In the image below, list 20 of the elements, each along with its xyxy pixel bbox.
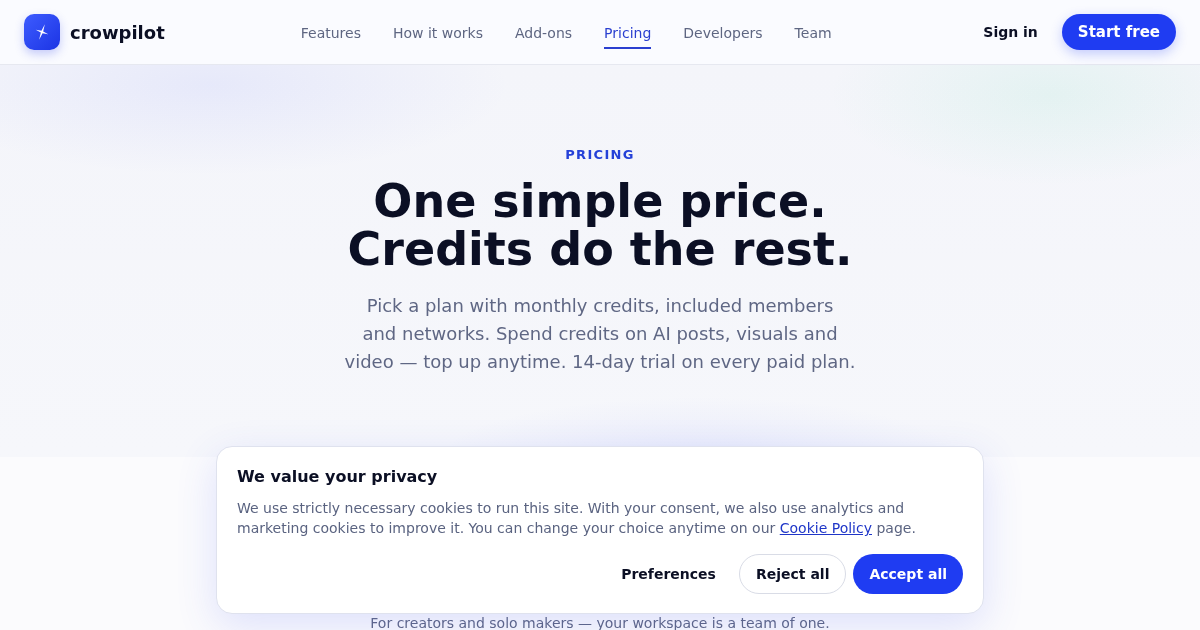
sparkle-logo-icon[interactable] [24,14,60,50]
cookie-policy-link[interactable]: Cookie Policy [779,520,872,536]
nav-link[interactable]: Team [794,15,832,49]
cookie-message: We use strictly necessary cookies to run this site. With your consent, we also use analytics and marketing cookies to improve it. You can change your choice anytime on our Cookie Policy page. [237,499,917,538]
brand-name[interactable]: crowpilot [70,18,165,46]
nav-link[interactable]: How it works [392,15,483,49]
start-free-button[interactable]: Start free [1061,14,1176,50]
reject-all-button[interactable]: Reject all [738,554,847,594]
sign-in-link[interactable]: Sign in [983,21,1038,43]
nav-link[interactable]: Pricing [604,15,652,49]
accept-all-button[interactable]: Accept all [853,554,963,594]
preferences-button[interactable]: Preferences [605,554,732,594]
hero-subtitle: Pick a plan with monthly credits, included members and networks. Spend credits on AI posts, visuals and video — top up anytime. 14-day trial on every paid plan. [343,294,857,374]
nav-link[interactable]: Developers [683,15,763,49]
hero-headline: One simple price. Credits do the rest. [347,177,853,273]
nav-link[interactable]: Add-ons [514,15,573,49]
pricing-eyebrow: PRICING [565,146,635,164]
nav-link[interactable]: Features [300,15,361,49]
cookie-title: We value your privacy [237,467,439,487]
plan-description: For creators and solo makers — your workspace is a team of one. [370,614,830,630]
